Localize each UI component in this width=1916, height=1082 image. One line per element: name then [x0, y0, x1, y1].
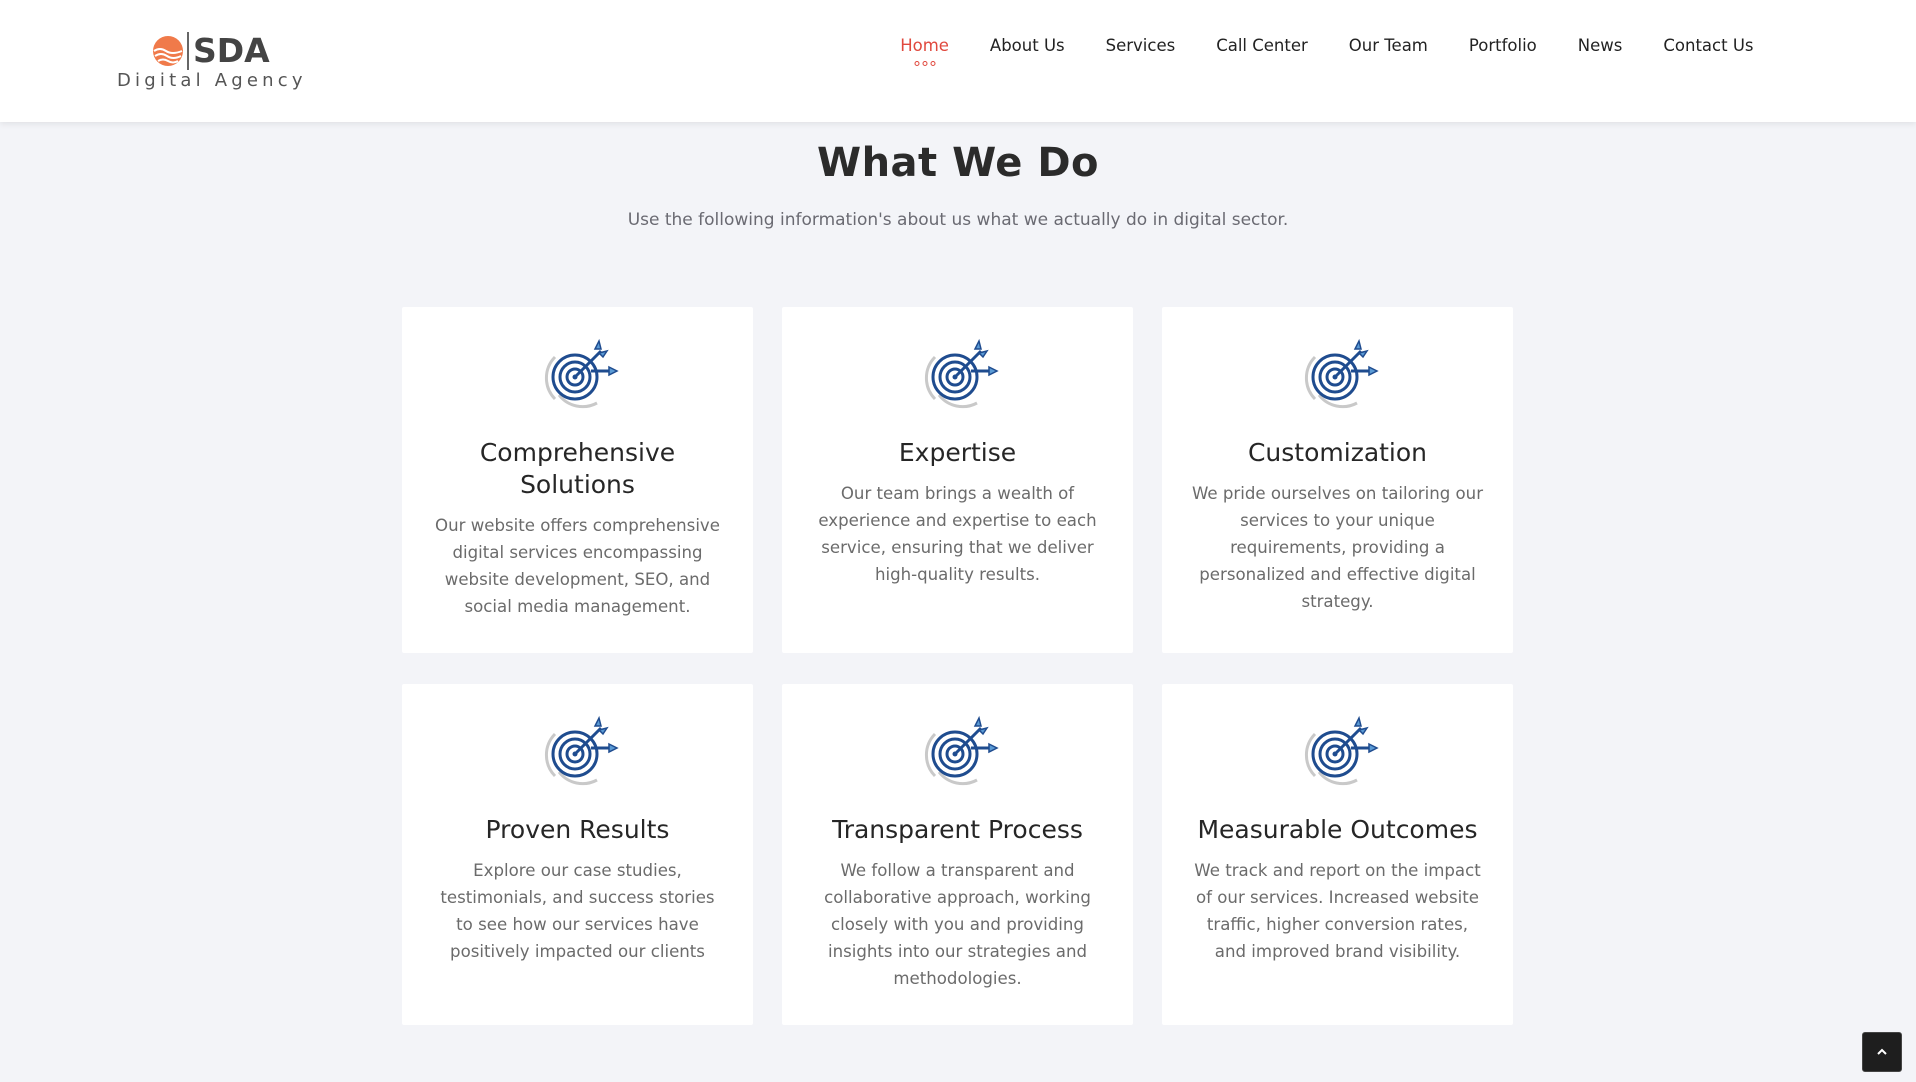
card-description: We track and report on the impact of our…: [1194, 861, 1481, 961]
nav-item-label: Home: [900, 36, 949, 55]
nav-item-label: Our Team: [1348, 36, 1428, 55]
target-arrow-icon: [924, 715, 999, 786]
logo-divider: [187, 32, 189, 70]
card-title: Transparent Process: [832, 815, 1083, 844]
service-card-transparent-process: Transparent Process We follow a transpar…: [782, 684, 1133, 1025]
service-card-measurable-outcomes: Measurable Outcomes We track and report …: [1162, 684, 1513, 1025]
nav-item-services[interactable]: Services: [1085, 35, 1196, 65]
target-arrow-icon: [1304, 338, 1379, 409]
target-arrow-icon: [544, 338, 619, 409]
section-subtitle: Use the following information's about us…: [627, 210, 1289, 230]
nav-item-call-center[interactable]: Call Center: [1196, 35, 1329, 65]
nav-item-our-team[interactable]: Our Team: [1328, 35, 1448, 65]
nav-item-portfolio[interactable]: Portfolio: [1448, 35, 1557, 65]
card-description: We pride ourselves on tailoring our serv…: [1191, 484, 1484, 611]
section-title: What We Do: [816, 140, 1100, 186]
card-description: We follow a transparent and collaborativ…: [824, 861, 1091, 988]
brand-tagline: Digital Agency: [117, 70, 307, 91]
nav-item-news[interactable]: News: [1557, 35, 1643, 65]
card-title: Comprehensive Solutions: [479, 438, 676, 499]
nav-item-contact-us[interactable]: Contact Us: [1643, 35, 1774, 65]
nav-item-label: News: [1577, 36, 1623, 55]
target-arrow-icon: [544, 715, 619, 786]
card-description: Explore our case studies, testimonials, …: [440, 861, 715, 961]
nav-item-label: Services: [1105, 36, 1176, 55]
brand-name: SDA: [193, 31, 270, 70]
nav-item-about-us[interactable]: About Us: [969, 35, 1085, 65]
card-title: Measurable Outcomes: [1197, 815, 1478, 844]
site-logo[interactable]: SDA Digital Agency: [117, 30, 307, 96]
service-card-expertise: Expertise Our team brings a wealth of ex…: [782, 307, 1133, 653]
card-description: Our website offers comprehensive digital…: [435, 516, 720, 616]
nav-item-home[interactable]: Home: [880, 35, 970, 66]
nav-item-label: Contact Us: [1663, 36, 1754, 55]
nav-item-label: Portfolio: [1468, 36, 1537, 55]
chevron-up-icon: [1877, 1048, 1887, 1055]
card-title: Proven Results: [485, 815, 670, 844]
service-card-customization: Customization We pride ourselves on tail…: [1162, 307, 1513, 653]
card-description: Our team brings a wealth of experience a…: [818, 484, 1097, 584]
card-title: Customization: [1247, 438, 1428, 467]
logo-sun-icon: [153, 36, 183, 66]
scroll-to-top-button[interactable]: [1862, 1032, 1902, 1072]
service-card-proven-results: Proven Results Explore our case studies,…: [402, 684, 753, 1025]
nav-item-label: Call Center: [1216, 36, 1308, 55]
service-card-comprehensive-solutions: Comprehensive Solutions Our website offe…: [402, 307, 753, 653]
active-indicator-dots: [914, 61, 936, 66]
target-arrow-icon: [924, 338, 999, 409]
main-nav: Home About Us Services Call Center Our T…: [880, 35, 1774, 66]
nav-item-label: About Us: [989, 36, 1065, 55]
card-title: Expertise: [898, 438, 1017, 467]
target-arrow-icon: [1304, 715, 1379, 786]
site-header: SDA Digital Agency Home About Us Service…: [0, 0, 1916, 122]
